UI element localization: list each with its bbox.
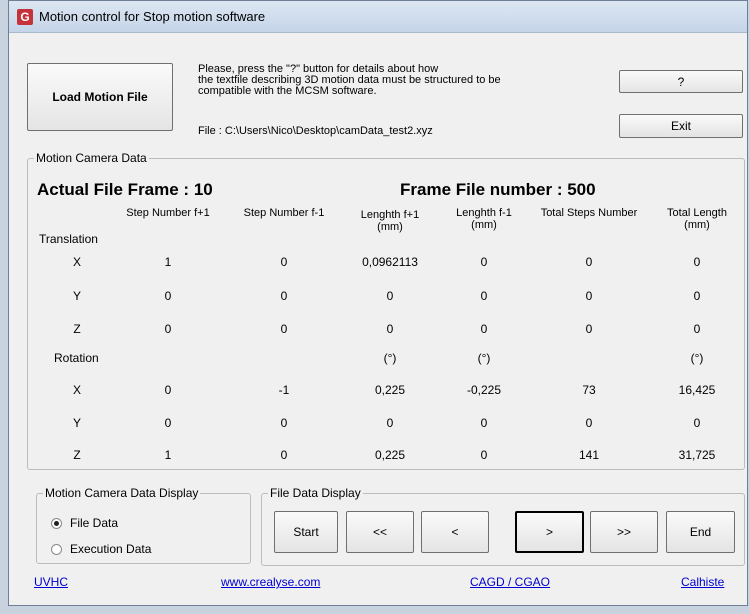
link-cagd-cgao[interactable]: CAGD / CGAO [470,575,550,589]
link-uvhc[interactable]: UVHC [34,575,68,589]
table-cell: 0 [280,448,288,462]
radio-label: Execution Data [70,542,152,556]
info-text: Please, press the "?" button for details… [198,64,608,97]
table-cell: 0 [480,255,488,269]
group-label: File Data Display [268,486,363,500]
table-cell: 0 [164,383,172,397]
table-cell: 0 [693,255,701,269]
fast-forward-button[interactable]: >> [590,511,658,553]
axis-label: Z [73,322,81,336]
table-cell: 0,225 [374,383,406,397]
frame-file-number: Frame File number : 500 [400,180,596,199]
table-cell: 0 [280,255,288,269]
group-label: Motion Camera Data [34,151,149,165]
table-cell: 0 [693,416,701,430]
table-cell: 0 [164,289,172,303]
rotation-unit: (°) [690,351,704,365]
link-crealyse[interactable]: www.crealyse.com [221,575,320,589]
end-button[interactable]: End [666,511,735,553]
table-cell: 0 [280,322,288,336]
column-header: Step Number f-1 [243,207,325,219]
radio-label: File Data [70,516,119,530]
table-cell: 1 [164,255,172,269]
table-cell: 0,225 [374,448,406,462]
table-cell: 0 [693,322,701,336]
table-cell: 0,0962113 [362,255,418,269]
exit-button[interactable]: Exit [619,114,743,138]
table-cell: 16,425 [678,383,716,397]
table-cell: 31,725 [678,448,716,462]
column-header: Total Length (mm) [667,207,727,231]
radio-dot[interactable] [51,517,62,529]
axis-label: Y [72,289,81,303]
table-cell: 0 [480,289,488,303]
table-cell: 1 [164,448,172,462]
actual-file-frame: Actual File Frame : 10 [37,180,213,199]
table-cell: 0 [280,289,288,303]
radio-execution-data[interactable]: Execution Data [51,542,151,556]
title-bar: G Motion control for Stop motion softwar… [9,1,747,33]
column-header: Step Number f+1 [126,207,210,219]
axis-label: Y [72,416,81,430]
axis-label: X [72,255,81,269]
table-cell: -0,225 [466,383,502,397]
prev-button[interactable]: < [421,511,489,553]
load-motion-file-button[interactable]: Load Motion File [27,63,173,131]
table-cell: 0 [585,416,593,430]
table-cell: 0 [386,322,394,336]
table-cell: 0 [585,255,593,269]
help-button[interactable]: ? [619,70,743,93]
table-cell: 0 [480,322,488,336]
table-cell: 0 [280,416,288,430]
table-cell: 73 [582,383,596,397]
table-cell: 0 [386,416,394,430]
link-calhiste[interactable]: Calhiste [681,575,724,589]
table-cell: 0 [480,448,488,462]
next-button[interactable]: > [515,511,584,553]
column-header: Total Steps Number [540,207,638,219]
table-cell: 0 [386,289,394,303]
file-path: File : C:\Users\Nico\Desktop\camData_tes… [198,125,433,137]
table-cell: 0 [164,416,172,430]
axis-label: X [72,383,81,397]
group-label: Motion Camera Data Display [43,486,201,500]
radio-file-data[interactable]: File Data [51,516,118,530]
window-title: Motion control for Stop motion software [39,9,266,24]
client-area: Load Motion File Please, press the "?" b… [9,32,747,605]
table-cell: 0 [585,289,593,303]
app-icon: G [17,9,33,25]
translation-label: Translation [39,232,98,246]
table-cell: 0 [480,416,488,430]
rotation-unit: (°) [477,351,491,365]
radio-dot[interactable] [51,543,62,555]
info-line: compatible with the MCSM software. [198,85,377,97]
rotation-label: Rotation [54,351,99,365]
table-cell: 0 [164,322,172,336]
fast-back-button[interactable]: << [346,511,414,553]
main-window: G Motion control for Stop motion softwar… [8,0,748,606]
table-cell: 141 [578,448,600,462]
table-cell: 0 [693,289,701,303]
axis-label: Z [73,448,81,462]
table-cell: 0 [585,322,593,336]
start-button[interactable]: Start [274,511,338,553]
rotation-unit: (°) [383,351,397,365]
table-cell: -1 [278,383,290,397]
